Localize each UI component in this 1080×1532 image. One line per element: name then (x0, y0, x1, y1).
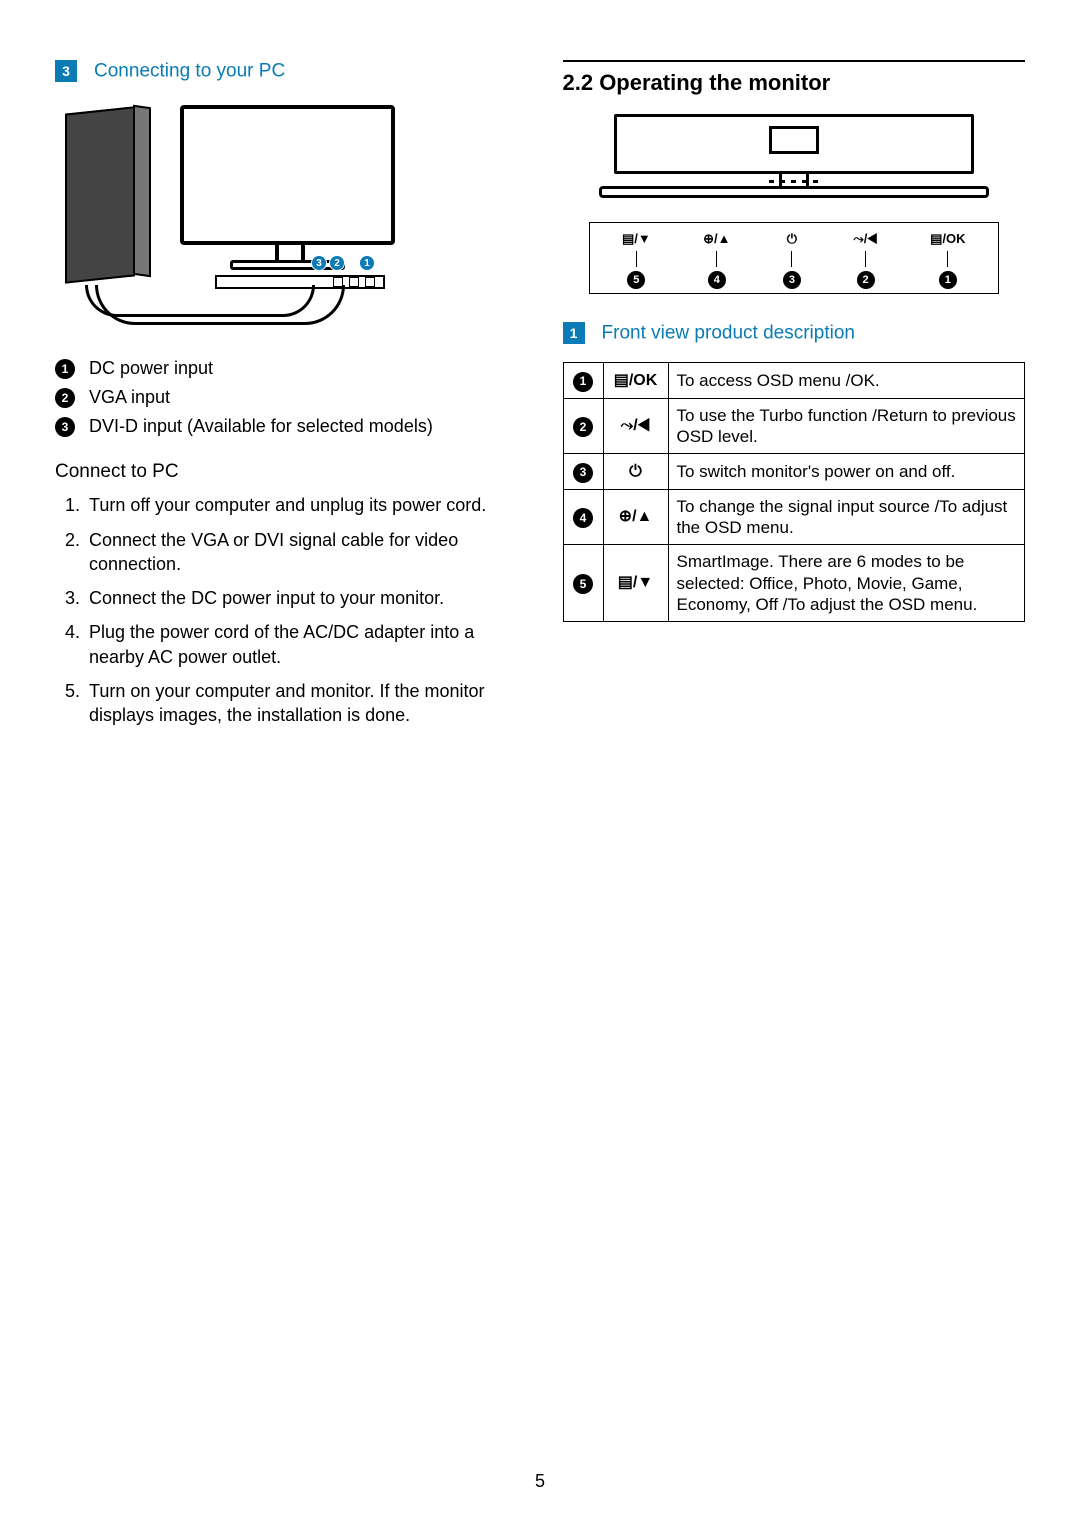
cable-icon (85, 285, 315, 317)
right-column: 2.2 Operating the monitor ▤⁠/▼ 5 ⊕/▲ 4 (563, 60, 1026, 738)
callout-title-front-view: Front view product description (602, 322, 855, 343)
row-symbol: ⤳/◀ (603, 398, 668, 454)
table-row: 3 ⏻ To switch monitor's power on and off… (563, 454, 1025, 490)
row-num-dot: 4 (573, 508, 593, 528)
figure-port-label-1: 1 (359, 255, 375, 271)
row-desc: To use the Turbo function /Return to pre… (668, 398, 1025, 454)
table-row: 1 ▤/OK To access OSD menu /OK. (563, 363, 1025, 399)
table-row: 5 ▤⁠/▼ SmartImage. There are 6 modes to … (563, 545, 1025, 622)
pc-tower-icon (65, 107, 135, 284)
port-legend-item: 3 DVI-D input (Available for selected mo… (55, 416, 518, 437)
legend-label: DC power input (89, 358, 213, 379)
port-legend-item: 2 VGA input (55, 387, 518, 408)
button-symbol: ⊕/▲ (703, 231, 730, 247)
row-num-dot: 1 (573, 372, 593, 392)
connect-to-pc-heading: Connect to PC (55, 461, 518, 483)
right-callout: 1 Front view product description (563, 322, 1026, 344)
port-legend-list: 1 DC power input 2 VGA input 3 DVI-D inp… (55, 358, 518, 437)
row-symbol: ⏻ (603, 454, 668, 490)
step-item: Connect the DC power input to your monit… (85, 586, 518, 610)
button-col-1: ▤/OK 1 (930, 231, 965, 289)
legend-label: DVI-D input (Available for selected mode… (89, 416, 433, 437)
button-num-dot: 1 (939, 271, 957, 289)
button-num-dot: 2 (857, 271, 875, 289)
row-symbol: ▤/OK (603, 363, 668, 399)
section-heading-operating: 2.2 Operating the monitor (563, 60, 1026, 96)
leader-line-icon (636, 251, 637, 267)
row-desc: To switch monitor's power on and off. (668, 454, 1025, 490)
monitor-base-icon (230, 260, 345, 270)
row-desc: SmartImage. There are 6 modes to be sele… (668, 545, 1025, 622)
step-item: Turn off your computer and unplug its po… (85, 493, 518, 517)
row-num-dot: 3 (573, 463, 593, 483)
button-num-dot: 3 (783, 271, 801, 289)
button-symbol: ⤳/◀ (853, 231, 877, 247)
table-row: 4 ⊕/▲ To change the signal input source … (563, 489, 1025, 545)
table-row: 2 ⤳/◀ To use the Turbo function /Return … (563, 398, 1025, 454)
controls-table: 1 ▤/OK To access OSD menu /OK. 2 ⤳/◀ To … (563, 362, 1026, 622)
left-column: 3 Connecting to your PC 3 2 1 1 DC p (55, 60, 518, 738)
callout-badge-1: 1 (563, 322, 585, 344)
button-col-5: ▤⁠/▼ 5 (622, 231, 651, 289)
button-num-dot: 5 (627, 271, 645, 289)
callout-badge-3: 3 (55, 60, 77, 82)
step-item: Connect the VGA or DVI signal cable for … (85, 528, 518, 577)
port-pin-icon (365, 277, 375, 287)
legend-num-3: 3 (55, 417, 75, 437)
row-desc: To access OSD menu /OK. (668, 363, 1025, 399)
legend-label: VGA input (89, 387, 170, 408)
button-symbol: ▤⁠/▼ (622, 231, 651, 247)
leader-line-icon (791, 251, 792, 267)
fv-body-hole-icon (769, 126, 819, 154)
row-num-dot: 2 (573, 417, 593, 437)
row-symbol: ▤⁠/▼ (603, 545, 668, 622)
leader-line-icon (865, 251, 866, 267)
button-num-dot: 4 (708, 271, 726, 289)
page-columns: 3 Connecting to your PC 3 2 1 1 DC p (55, 60, 1025, 738)
row-desc: To change the signal input source /To ad… (668, 489, 1025, 545)
monitor-icon (180, 105, 395, 245)
pc-tower-side-icon (133, 105, 151, 278)
front-view-figure: ▤⁠/▼ 5 ⊕/▲ 4 ⏻ 3 ⤳/◀ 2 (579, 114, 1009, 294)
legend-num-1: 1 (55, 359, 75, 379)
button-panel: ▤⁠/▼ 5 ⊕/▲ 4 ⏻ 3 ⤳/◀ 2 (589, 222, 999, 294)
legend-num-2: 2 (55, 388, 75, 408)
row-num-dot: 5 (573, 574, 593, 594)
leader-line-icon (947, 251, 948, 267)
fv-button-dots-icon (749, 177, 839, 185)
fv-base-icon (599, 186, 989, 198)
step-item: Turn on your computer and monitor. If th… (85, 679, 518, 728)
connect-steps-list: Turn off your computer and unplug its po… (55, 493, 518, 727)
callout-title-connecting: Connecting to your PC (94, 60, 285, 81)
step-item: Plug the power cord of the AC/DC adapter… (85, 620, 518, 669)
button-symbol: ▤/OK (930, 231, 965, 247)
button-col-4: ⊕/▲ 4 (703, 231, 730, 289)
button-col-2: ⤳/◀ 2 (853, 231, 877, 289)
button-col-3: ⏻ 3 (783, 231, 801, 289)
row-symbol: ⊕/▲ (603, 489, 668, 545)
button-symbol: ⏻ (787, 231, 797, 247)
pc-connection-figure: 3 2 1 (55, 100, 395, 330)
port-pin-icon (349, 277, 359, 287)
leader-line-icon (716, 251, 717, 267)
left-callout: 3 Connecting to your PC (55, 60, 518, 82)
page-number: 5 (0, 1471, 1080, 1492)
port-legend-item: 1 DC power input (55, 358, 518, 379)
